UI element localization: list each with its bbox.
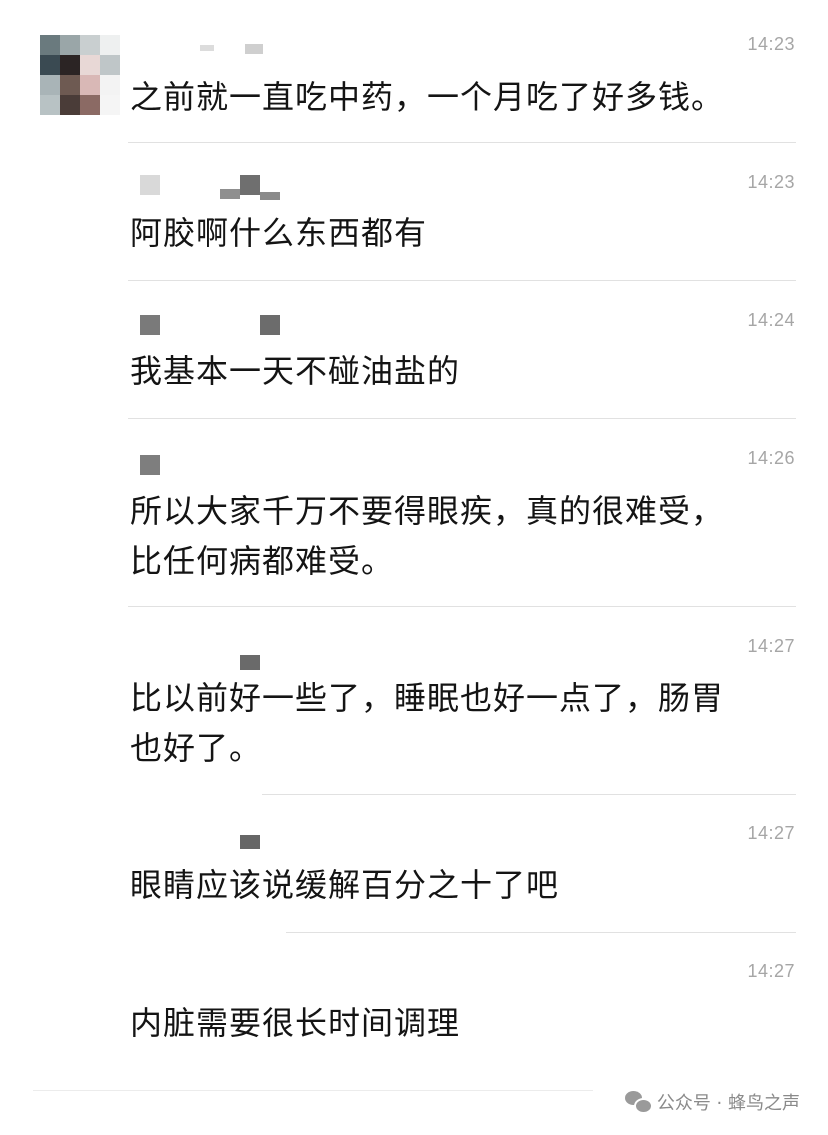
blurred-sender-name <box>260 315 280 335</box>
avatar-pixel <box>100 95 120 115</box>
avatar-pixel <box>80 75 100 95</box>
watermark: 公众号 · 蜂鸟之声 <box>624 1089 800 1115</box>
message-line: 我基本一天不碰油盐的 <box>130 352 461 390</box>
bottom-divider <box>33 1090 593 1091</box>
message-line: 比以前好一些了，睡眠也好一点了，肠胃 <box>130 679 725 717</box>
message-line: 之前就一直吃中药，一个月吃了好多钱。 <box>130 78 725 116</box>
message-line: 所以大家千万不要得眼疾，真的很难受， <box>130 492 725 530</box>
blurred-sender-name <box>240 655 260 670</box>
avatar-pixel <box>40 35 60 55</box>
message-text: 之前就一直吃中药，一个月吃了好多钱。 <box>130 72 780 122</box>
avatar-pixel <box>80 35 100 55</box>
blurred-sender-name <box>260 192 280 200</box>
message-text: 所以大家千万不要得眼疾，真的很难受， 比任何病都难受。 <box>130 486 780 586</box>
message-text: 我基本一天不碰油盐的 <box>130 346 780 396</box>
avatar-pixel <box>40 95 60 115</box>
blurred-sender-name <box>200 45 214 51</box>
message-line: 比任何病都难受。 <box>130 542 395 580</box>
message-divider <box>128 606 796 607</box>
message-line: 内脏需要很长时间调理 <box>130 1004 461 1042</box>
message-divider <box>262 794 796 795</box>
blurred-sender-name <box>140 175 160 195</box>
avatar-pixel <box>100 35 120 55</box>
avatar-pixel <box>60 35 80 55</box>
message-time: 14:26 <box>747 448 795 468</box>
avatar-pixel <box>80 95 100 115</box>
avatar-pixel <box>60 55 80 75</box>
wechat-icon <box>624 1091 653 1114</box>
avatar-pixel <box>40 55 60 75</box>
message-text: 阿胶啊什么东西都有 <box>130 208 780 258</box>
avatar-pixel <box>80 55 100 75</box>
chat-avatar[interactable] <box>40 35 120 115</box>
message-text: 眼睛应该说缓解百分之十了吧 <box>130 860 780 910</box>
message-line: 也好了。 <box>130 729 263 767</box>
message-time: 14:27 <box>747 636 795 656</box>
avatar-pixel <box>100 75 120 95</box>
message-line: 阿胶啊什么东西都有 <box>130 214 428 252</box>
blurred-sender-name <box>220 189 240 199</box>
avatar-pixel <box>60 75 80 95</box>
message-time: 14:23 <box>747 34 795 54</box>
avatar-pixel <box>40 75 60 95</box>
message-divider <box>128 280 796 281</box>
message-time: 14:27 <box>747 823 795 843</box>
message-line: 眼睛应该说缓解百分之十了吧 <box>130 866 560 904</box>
avatar-pixel <box>100 55 120 75</box>
blurred-sender-name <box>140 315 160 335</box>
message-divider <box>128 418 796 419</box>
message-text: 比以前好一些了，睡眠也好一点了，肠胃 也好了。 <box>130 673 780 773</box>
blurred-sender-name <box>240 175 260 195</box>
message-divider <box>128 142 796 143</box>
message-time: 14:27 <box>747 961 795 981</box>
message-time: 14:24 <box>747 310 795 330</box>
blurred-sender-name <box>140 455 160 475</box>
watermark-text: 公众号 · 蜂鸟之声 <box>656 1093 800 1114</box>
message-divider <box>286 932 796 933</box>
message-text: 内脏需要很长时间调理 <box>130 998 780 1048</box>
avatar-pixel <box>60 95 80 115</box>
message-time: 14:23 <box>747 172 795 192</box>
blurred-sender-name <box>245 44 263 54</box>
blurred-sender-name <box>240 835 260 849</box>
